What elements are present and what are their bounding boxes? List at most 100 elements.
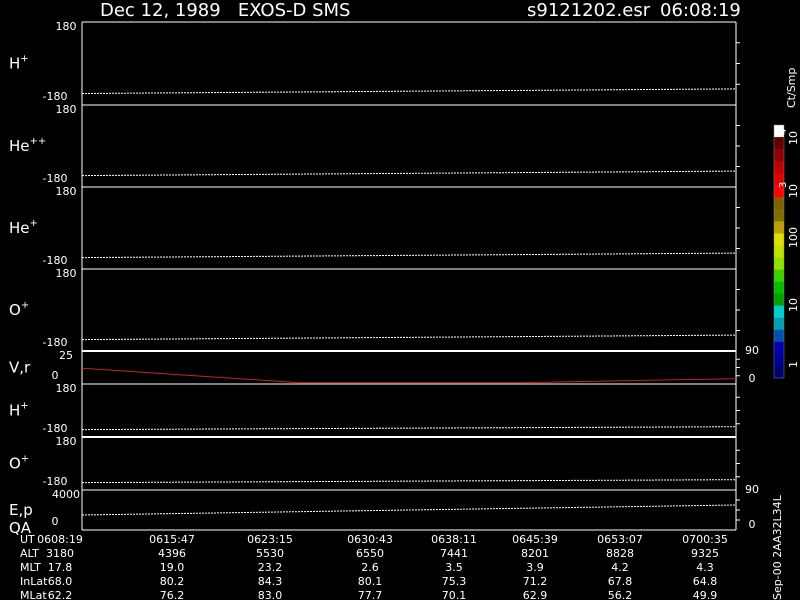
footer-row-label: ALT bbox=[20, 547, 39, 560]
footer-cell: 8828 bbox=[606, 547, 634, 560]
panel-label: E,p bbox=[9, 501, 33, 519]
rmin-label: 0 bbox=[749, 518, 756, 531]
footer-cell: 5530 bbox=[256, 547, 284, 560]
footer-cell: 4.2 bbox=[611, 561, 629, 574]
panel-label-sup: + bbox=[20, 401, 28, 412]
ymin-label: -180 bbox=[43, 90, 68, 103]
colorbar-label: 100 bbox=[787, 227, 800, 248]
data-line bbox=[81, 426, 737, 431]
data-line bbox=[81, 88, 737, 94]
ymin-label: -180 bbox=[43, 336, 68, 349]
footer-cell: 77.7 bbox=[358, 589, 383, 600]
colorbar-segment bbox=[774, 305, 784, 319]
ymax-label: 4000 bbox=[52, 488, 80, 501]
ymin-label: -180 bbox=[43, 475, 68, 488]
rmin-label: 0 bbox=[749, 372, 756, 385]
panel-label: H+ bbox=[9, 54, 29, 73]
panel-label: V,r bbox=[9, 359, 31, 377]
footer-cell: 0638:11 bbox=[431, 533, 477, 546]
footer-cell: 62.2 bbox=[48, 589, 73, 600]
footer-code: Sep-00 2AA32L34L bbox=[771, 494, 784, 600]
footer-cell: 80.1 bbox=[358, 575, 383, 588]
panel-label-sup: + bbox=[30, 218, 38, 229]
footer-cell: 71.2 bbox=[523, 575, 548, 588]
ymax-label: 180 bbox=[56, 382, 77, 395]
colorbar-segment bbox=[774, 245, 784, 259]
colorbar-segment bbox=[774, 329, 784, 343]
footer-cell: 6550 bbox=[356, 547, 384, 560]
colorbar-segment bbox=[774, 341, 784, 355]
footer-cell: 76.2 bbox=[160, 589, 185, 600]
header-file: s9121202.esr bbox=[527, 0, 651, 21]
footer-cell: 19.0 bbox=[160, 561, 185, 574]
footer-cell: 4396 bbox=[158, 547, 186, 560]
panel-label-sup: + bbox=[21, 454, 29, 465]
panel-6: 180 -180 O+ bbox=[9, 435, 740, 490]
chart-canvas: Dec 12, 1989 EXOS-D SMS s9121202.esr 06:… bbox=[9, 0, 800, 600]
panel-3: 180 -180 O+ bbox=[9, 267, 740, 351]
panel-label-sup: + bbox=[20, 54, 28, 65]
footer-cell: 17.8 bbox=[48, 561, 73, 574]
ymax-label: 180 bbox=[56, 20, 77, 33]
footer-cell: 0608:19 bbox=[37, 533, 83, 546]
footer-cell: 7441 bbox=[440, 547, 468, 560]
panel-2: 180 -180 He+ bbox=[9, 185, 740, 269]
ymin-label: -180 bbox=[43, 254, 68, 267]
colorbar-segment bbox=[774, 293, 784, 307]
footer-cell: 0645:39 bbox=[512, 533, 558, 546]
colorbar-segment bbox=[774, 257, 784, 271]
footer-cell: 3180 bbox=[46, 547, 74, 560]
footer-cell: 0615:47 bbox=[149, 533, 195, 546]
footer-cell: 56.2 bbox=[608, 589, 633, 600]
panels: 180-180H+180-180He++180-180He+180-180O+2… bbox=[9, 20, 759, 537]
footer-row-label: MLat bbox=[20, 589, 47, 600]
panel-7: 40000E,pQA900 bbox=[9, 483, 759, 537]
footer-cell: 70.1 bbox=[442, 589, 467, 600]
colorbar-label: 1 bbox=[787, 361, 800, 368]
data-line bbox=[81, 479, 737, 484]
panel-5: 180 -180 H+ bbox=[9, 382, 740, 437]
footer-cell: 2.6 bbox=[361, 561, 379, 574]
header-time: 06:08:19 bbox=[660, 0, 741, 21]
footer-cell: 64.8 bbox=[693, 575, 718, 588]
footer-cell: 23.2 bbox=[258, 561, 283, 574]
footer-cell: 83.0 bbox=[258, 589, 283, 600]
ymax-label: 180 bbox=[56, 267, 77, 280]
colorbar-unit: Ct/Smp bbox=[785, 68, 798, 108]
rmax-label: 90 bbox=[745, 344, 759, 357]
footer-table: UT 0608:19 0615:47 0623:15 0630:43 0638:11 064… bbox=[20, 533, 728, 600]
ymin-label: 0 bbox=[52, 369, 59, 382]
footer-cell: 0700:35 bbox=[682, 533, 728, 546]
footer-cell: 84.3 bbox=[258, 575, 283, 588]
ymin-label: -180 bbox=[43, 422, 68, 435]
footer-cell: 75.3 bbox=[442, 575, 467, 588]
colorbar: Ct/Smp110100103104 bbox=[773, 68, 800, 379]
footer-cell: 0630:43 bbox=[347, 533, 393, 546]
colorbar-segment bbox=[774, 281, 784, 295]
data-line bbox=[81, 252, 737, 259]
footer-cell: 0653:07 bbox=[597, 533, 643, 546]
data-line bbox=[81, 367, 737, 384]
colorbar-segment bbox=[774, 233, 784, 246]
colorbar-segment bbox=[774, 161, 784, 174]
data-line bbox=[81, 334, 737, 341]
ymax-label: 180 bbox=[56, 103, 77, 116]
colorbar-segment bbox=[774, 149, 784, 162]
footer-row-label: UT bbox=[20, 533, 35, 546]
data-line bbox=[81, 504, 737, 516]
ymax-label: 180 bbox=[56, 435, 77, 448]
panel-label-sup: ++ bbox=[30, 136, 47, 147]
panel-label: H+ bbox=[9, 401, 29, 420]
footer-row-label: InLat bbox=[20, 575, 48, 588]
colorbar-label: 10 bbox=[787, 298, 800, 312]
colorbar-segment bbox=[774, 209, 784, 222]
ymax-label: 25 bbox=[59, 349, 73, 362]
colorbar-segment bbox=[774, 353, 784, 367]
panel-label: He++ bbox=[9, 136, 46, 155]
footer-cell: 62.9 bbox=[523, 589, 548, 600]
footer-cell: 68.0 bbox=[48, 575, 73, 588]
ymin-label: 0 bbox=[52, 515, 59, 528]
colorbar-label: 4 bbox=[778, 129, 789, 135]
footer-row-label: MLT bbox=[20, 561, 41, 574]
footer-cell: 3.9 bbox=[526, 561, 544, 574]
